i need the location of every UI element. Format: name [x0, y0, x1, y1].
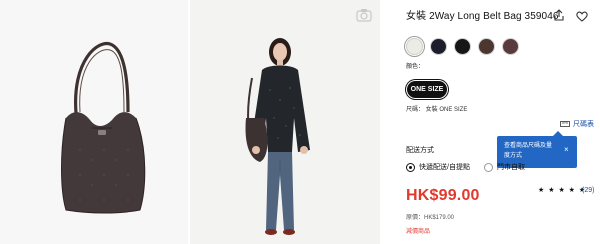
share-icon[interactable]: [553, 8, 565, 21]
ruler-icon: [560, 121, 570, 127]
camera-icon[interactable]: [356, 8, 372, 22]
color-swatch[interactable]: [406, 38, 423, 55]
original-price: 原價：HK$179.00: [406, 215, 455, 221]
radio-button[interactable]: [406, 162, 415, 172]
product-info-panel: 女裝 2Way Long Belt Bag 359046 顏色： ONE SIZ…: [392, 0, 600, 244]
rating-count-link[interactable]: (29): [582, 187, 594, 194]
bag-illustration: [61, 41, 146, 214]
size-option-button[interactable]: ONE SIZE: [407, 81, 447, 98]
close-icon[interactable]: ×: [564, 146, 569, 154]
color-swatches: [406, 38, 519, 55]
delivery-option-label: 門市自取: [497, 164, 525, 171]
model-illustration: [245, 38, 310, 235]
color-swatch[interactable]: [502, 38, 519, 55]
delivery-option-courier[interactable]: 快遞配送/自提點: [406, 162, 470, 172]
product-image-model[interactable]: [190, 0, 380, 244]
heart-icon[interactable]: [576, 9, 588, 22]
sale-badge: 減價商品: [406, 229, 431, 235]
color-swatch[interactable]: [478, 38, 495, 55]
product-title: 女裝 2Way Long Belt Bag 359046: [406, 11, 559, 22]
delivery-heading: 配送方式: [406, 147, 434, 154]
size-chart-link[interactable]: 尺碼表: [560, 119, 594, 129]
tooltip-text: 查看商品尺碼及量度方式: [504, 143, 553, 159]
size-chart-label: 尺碼表: [573, 121, 594, 128]
size-label: 尺碼： 女裝 ONE SIZE: [406, 107, 468, 113]
color-label: 顏色：: [406, 64, 425, 70]
rating-stars: ★ ★ ★ ★ ★: [538, 187, 587, 194]
color-swatch[interactable]: [454, 38, 471, 55]
radio-button[interactable]: [484, 162, 493, 172]
delivery-option-label: 快遞配送/自提點: [419, 164, 470, 171]
color-swatch[interactable]: [430, 38, 447, 55]
sale-price: HK$99.00: [406, 187, 480, 204]
product-image-bag[interactable]: [0, 0, 188, 244]
delivery-option-pickup[interactable]: 門市自取: [484, 162, 525, 172]
